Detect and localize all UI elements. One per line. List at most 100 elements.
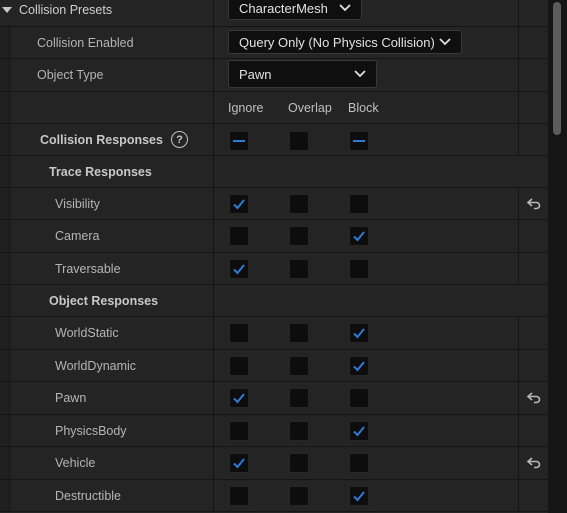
response-label: Destructible bbox=[55, 488, 121, 503]
block-checkbox[interactable] bbox=[349, 323, 369, 343]
checkmark-icon bbox=[353, 491, 365, 502]
overlap-checkbox[interactable] bbox=[289, 486, 309, 506]
block-checkbox[interactable] bbox=[349, 388, 369, 408]
collision-presets-dropdown[interactable]: CharacterMesh bbox=[228, 0, 362, 20]
overlap-checkbox[interactable] bbox=[289, 421, 309, 441]
overlap-checkbox[interactable] bbox=[289, 323, 309, 343]
response-label: Traversable bbox=[55, 261, 121, 276]
response-label: Visibility bbox=[55, 196, 100, 211]
reset-cell bbox=[519, 92, 548, 123]
response-name-cell: Destructible bbox=[10, 480, 214, 511]
reset-cell bbox=[519, 415, 548, 446]
ignore-checkbox[interactable] bbox=[229, 486, 249, 506]
indent bbox=[0, 317, 10, 349]
indent bbox=[0, 285, 10, 316]
response-row: WorldStatic bbox=[0, 317, 548, 350]
indent bbox=[0, 415, 10, 446]
overlap-checkbox[interactable] bbox=[289, 356, 309, 376]
indeterminate-icon bbox=[233, 140, 245, 142]
block-column-header: Block bbox=[348, 101, 379, 115]
ignore-checkbox[interactable] bbox=[229, 388, 249, 408]
object-type-dropdown[interactable]: Pawn bbox=[228, 60, 377, 88]
reset-to-default-icon[interactable] bbox=[526, 391, 542, 405]
response-label: Vehicle bbox=[55, 456, 96, 470]
checkmark-icon bbox=[233, 199, 245, 210]
block-checkbox[interactable] bbox=[349, 453, 369, 473]
response-label: PhysicsBody bbox=[55, 423, 127, 438]
vertical-scrollbar[interactable] bbox=[548, 0, 567, 513]
reset-cell bbox=[519, 480, 548, 511]
indent bbox=[0, 156, 10, 187]
indent bbox=[0, 92, 10, 123]
checkmark-icon bbox=[233, 393, 245, 404]
response-name-cell: Traversable bbox=[10, 253, 214, 284]
response-value-cell bbox=[214, 480, 519, 511]
indent bbox=[0, 382, 10, 414]
ignore-checkbox[interactable] bbox=[229, 194, 249, 214]
scrollbar-thumb[interactable] bbox=[553, 2, 561, 135]
collision-enabled-value: Query Only (No Physics Collision) bbox=[239, 34, 435, 50]
reset-cell bbox=[519, 124, 548, 155]
overlap-all-checkbox[interactable] bbox=[289, 131, 309, 151]
overlap-checkbox[interactable] bbox=[289, 388, 309, 408]
response-value-cell bbox=[214, 415, 519, 446]
ignore-checkbox[interactable] bbox=[229, 356, 249, 376]
response-row: PhysicsBody bbox=[0, 415, 548, 447]
collision-enabled-name-cell: Collision Enabled bbox=[10, 27, 214, 58]
indent bbox=[0, 59, 10, 91]
response-row: Traversable bbox=[0, 253, 548, 285]
reset-cell bbox=[519, 350, 548, 381]
object-type-name-cell: Object Type bbox=[10, 59, 214, 91]
response-columns-header: Ignore Overlap Block bbox=[214, 92, 519, 123]
reset-to-default-icon[interactable] bbox=[526, 197, 542, 211]
ignore-checkbox[interactable] bbox=[229, 259, 249, 279]
chevron-down-icon bbox=[354, 70, 366, 78]
reset-to-default-icon[interactable] bbox=[526, 456, 542, 470]
block-checkbox[interactable] bbox=[349, 356, 369, 376]
block-checkbox[interactable] bbox=[349, 194, 369, 214]
section-empty-cell bbox=[214, 156, 519, 187]
ignore-all-checkbox[interactable] bbox=[229, 131, 249, 151]
indent bbox=[0, 27, 10, 58]
block-all-checkbox[interactable] bbox=[349, 131, 369, 151]
response-row: Destructible bbox=[0, 480, 548, 512]
block-checkbox[interactable] bbox=[349, 421, 369, 441]
ignore-checkbox[interactable] bbox=[229, 323, 249, 343]
reset-cell bbox=[519, 253, 548, 284]
ignore-checkbox[interactable] bbox=[229, 421, 249, 441]
overlap-checkbox[interactable] bbox=[289, 226, 309, 246]
response-row: Camera bbox=[0, 220, 548, 253]
block-checkbox[interactable] bbox=[349, 226, 369, 246]
checkmark-icon bbox=[353, 231, 365, 242]
response-columns-header-row: Ignore Overlap Block bbox=[0, 92, 548, 124]
chevron-down-icon bbox=[439, 38, 451, 46]
block-checkbox[interactable] bbox=[349, 259, 369, 279]
response-row: Vehicle bbox=[0, 447, 548, 480]
reset-cell bbox=[519, 0, 548, 26]
ignore-checkbox[interactable] bbox=[229, 226, 249, 246]
response-name-cell: Visibility bbox=[10, 188, 214, 219]
collision-details-panel: Collision Presets CharacterMesh Collisio… bbox=[0, 0, 548, 513]
response-value-cell bbox=[214, 447, 519, 479]
indeterminate-icon bbox=[353, 140, 365, 142]
ignore-checkbox[interactable] bbox=[229, 453, 249, 473]
response-name-cell: WorldDynamic bbox=[10, 350, 214, 381]
collision-enabled-dropdown[interactable]: Query Only (No Physics Collision) bbox=[228, 30, 462, 54]
collision-presets-label: Collision Presets bbox=[19, 3, 113, 17]
overlap-checkbox[interactable] bbox=[289, 194, 309, 214]
collapse-arrow-icon[interactable] bbox=[2, 7, 12, 13]
collision-responses-value-cell bbox=[214, 124, 519, 155]
reset-cell bbox=[519, 447, 548, 479]
collision-presets-row: Collision Presets CharacterMesh bbox=[0, 0, 548, 27]
indent bbox=[0, 253, 10, 284]
response-value-cell bbox=[214, 317, 519, 349]
checkmark-icon bbox=[353, 426, 365, 437]
help-icon[interactable]: ? bbox=[170, 131, 188, 148]
trace-responses-section-row: Trace Responses bbox=[0, 156, 548, 188]
block-checkbox[interactable] bbox=[349, 486, 369, 506]
overlap-checkbox[interactable] bbox=[289, 453, 309, 473]
collision-responses-label: Collision Responses bbox=[40, 132, 163, 147]
collision-responses-row: Collision Responses ? bbox=[0, 124, 548, 156]
indent bbox=[0, 447, 10, 479]
overlap-checkbox[interactable] bbox=[289, 259, 309, 279]
